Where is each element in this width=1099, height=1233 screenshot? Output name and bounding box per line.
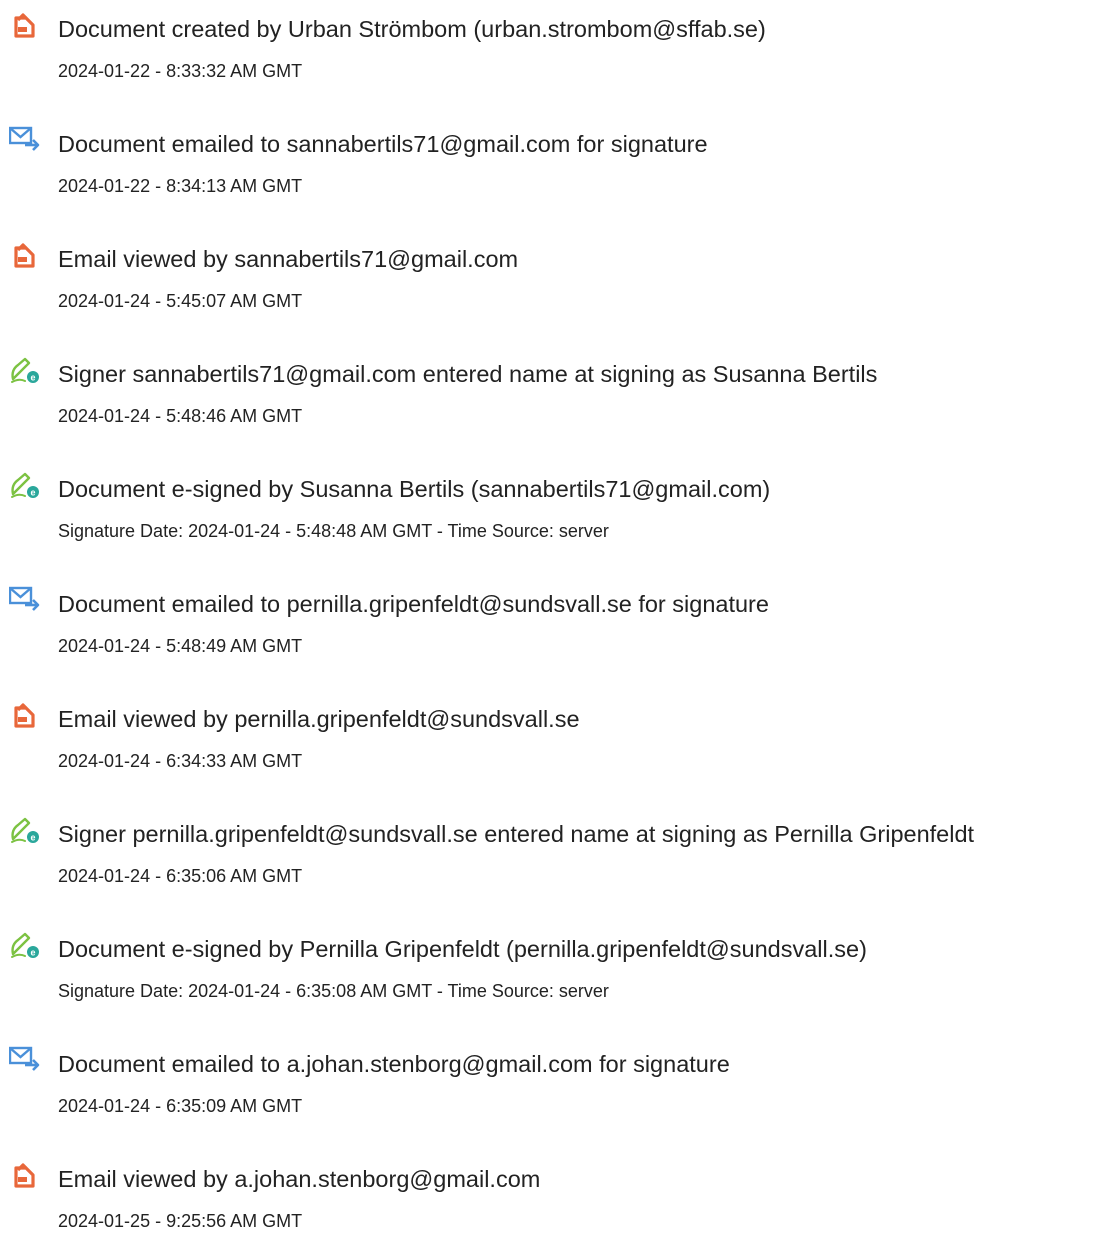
event-title: Email viewed by sannabertils71@gmail.com	[58, 246, 519, 272]
audit-event: e Signer sannabertils71@gmail.com entere…	[0, 345, 1099, 455]
event-title: Document emailed to sannabertils71@gmail…	[58, 131, 708, 157]
audit-event: Document emailed to pernilla.gripenfeldt…	[0, 575, 1099, 685]
event-title: Email viewed by pernilla.gripenfeldt@sun…	[58, 706, 580, 732]
email-sent-icon	[9, 1045, 41, 1075]
audit-event: Document emailed to sannabertils71@gmail…	[0, 115, 1099, 225]
event-timestamp: 2024-01-24 - 5:48:46 AM GMT	[58, 406, 303, 426]
e-sign-icon: e	[9, 815, 41, 845]
event-title: Document e-signed by Pernilla Gripenfeld…	[58, 936, 867, 962]
audit-event: e Document e-signed by Susanna Bertils (…	[0, 460, 1099, 570]
event-title: Email viewed by a.johan.stenborg@gmail.c…	[58, 1166, 541, 1192]
document-viewed-icon	[9, 700, 41, 730]
audit-event: Document emailed to a.johan.stenborg@gma…	[0, 1035, 1099, 1145]
email-sent-icon	[9, 585, 41, 615]
document-created-icon	[9, 10, 41, 40]
e-sign-icon: e	[9, 355, 41, 385]
audit-event: e Document e-signed by Pernilla Gripenfe…	[0, 920, 1099, 1030]
audit-event: Email viewed by a.johan.stenborg@gmail.c…	[0, 1150, 1099, 1231]
svg-text:e: e	[30, 488, 35, 498]
event-timestamp: 2024-01-25 - 9:25:56 AM GMT	[58, 1211, 303, 1231]
e-sign-icon: e	[9, 930, 41, 960]
email-sent-icon	[9, 125, 41, 155]
event-timestamp: 2024-01-22 - 8:33:32 AM GMT	[58, 61, 303, 81]
audit-event: e Signer pernilla.gripenfeldt@sundsvall.…	[0, 805, 1099, 915]
event-timestamp: Signature Date: 2024-01-24 - 6:35:08 AM …	[58, 981, 609, 1001]
event-timestamp: 2024-01-24 - 6:35:06 AM GMT	[58, 866, 303, 886]
event-title: Signer sannabertils71@gmail.com entered …	[58, 361, 878, 387]
event-title: Document created by Urban Strömbom (urba…	[58, 16, 766, 42]
event-timestamp: 2024-01-24 - 5:48:49 AM GMT	[58, 636, 303, 656]
event-timestamp: Signature Date: 2024-01-24 - 5:48:48 AM …	[58, 521, 609, 541]
event-title: Document e-signed by Susanna Bertils (sa…	[58, 476, 771, 502]
document-viewed-icon	[9, 240, 41, 270]
e-sign-icon: e	[9, 470, 41, 500]
svg-text:e: e	[30, 948, 35, 958]
event-title: Signer pernilla.gripenfeldt@sundsvall.se…	[58, 821, 975, 847]
event-timestamp: 2024-01-24 - 5:45:07 AM GMT	[58, 291, 303, 311]
svg-text:e: e	[30, 373, 35, 383]
audit-event: Email viewed by pernilla.gripenfeldt@sun…	[0, 690, 1099, 800]
svg-text:e: e	[30, 833, 35, 843]
event-title: Document emailed to pernilla.gripenfeldt…	[58, 591, 769, 617]
event-title: Document emailed to a.johan.stenborg@gma…	[58, 1051, 730, 1077]
event-timestamp: 2024-01-24 - 6:34:33 AM GMT	[58, 751, 303, 771]
document-viewed-icon	[9, 1160, 41, 1190]
event-timestamp: 2024-01-24 - 6:35:09 AM GMT	[58, 1096, 303, 1116]
audit-event: Document created by Urban Strömbom (urba…	[0, 0, 1099, 110]
event-timestamp: 2024-01-22 - 8:34:13 AM GMT	[58, 176, 303, 196]
audit-event: Email viewed by sannabertils71@gmail.com…	[0, 230, 1099, 340]
